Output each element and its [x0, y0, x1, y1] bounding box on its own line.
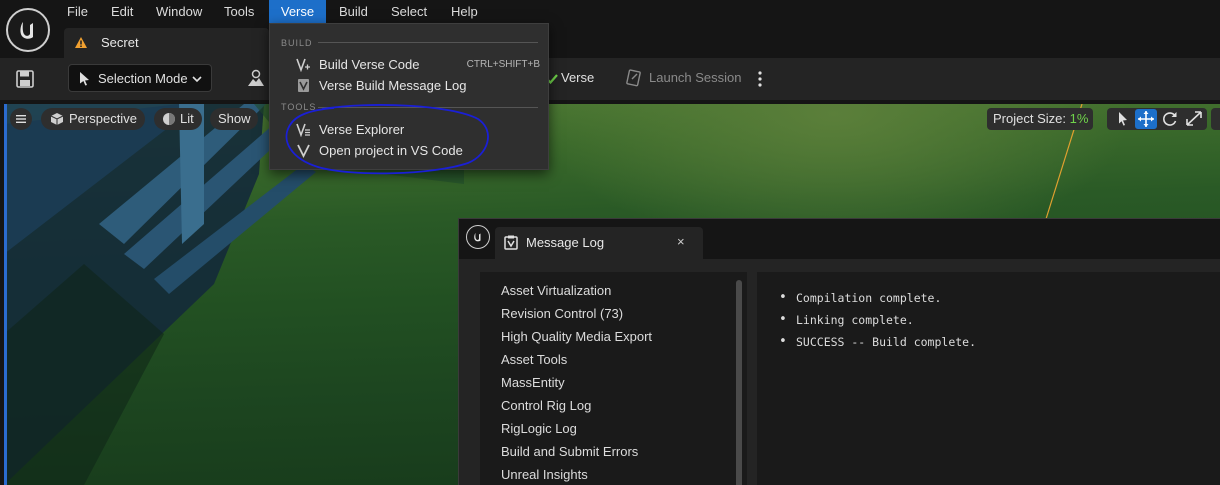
perspective-button[interactable]: Perspective — [41, 108, 145, 130]
menu-window[interactable]: Window — [152, 0, 206, 23]
show-button[interactable]: Show — [210, 108, 258, 130]
level-tab-label: Secret — [101, 35, 139, 50]
perspective-label: Perspective — [69, 111, 137, 126]
category-item[interactable]: Revision Control (73) — [501, 306, 623, 321]
menu-tools[interactable]: Tools — [220, 0, 258, 23]
build-verse-code-label: Build Verse Code — [319, 57, 420, 72]
project-size-indicator: Project Size: 1% — [987, 108, 1093, 130]
category-item[interactable]: RigLogic Log — [501, 421, 577, 436]
verse-explorer-item[interactable]: Verse Explorer — [270, 119, 548, 140]
separator — [318, 42, 538, 43]
launch-session-label: Launch Session — [649, 70, 742, 85]
bullet: • — [779, 312, 787, 327]
level-warning-icon — [75, 37, 87, 48]
menu-bar: File Edit Window Tools Verse Build Selec… — [0, 0, 1220, 23]
unreal-logo-icon — [20, 22, 33, 39]
hamburger-icon — [16, 115, 26, 123]
message-log-tab[interactable]: Message Log × — [495, 227, 703, 259]
verse-build-message-log-label: Verse Build Message Log — [319, 78, 467, 93]
message-log-header: Message Log × — [459, 219, 1220, 259]
bullet: • — [779, 290, 787, 305]
log-message-text: SUCCESS -- Build complete. — [796, 335, 977, 349]
close-icon[interactable]: × — [677, 234, 685, 249]
log-message-text: Linking complete. — [796, 313, 914, 327]
message-log-icon — [504, 235, 518, 250]
verse-dropdown-menu: BUILD Build Verse Code CTRL+SHIFT+B Vers… — [269, 23, 549, 170]
message-log-body: Asset Virtualization Revision Control (7… — [459, 259, 1220, 485]
move-tool-icon[interactable] — [1135, 109, 1157, 129]
open-vs-code-item[interactable]: Open project in VS Code — [270, 140, 548, 161]
category-item[interactable]: High Quality Media Export — [501, 329, 652, 344]
bullet: • — [779, 334, 787, 349]
lit-label: Lit — [180, 111, 194, 126]
menu-help[interactable]: Help — [447, 0, 482, 23]
more-options-icon[interactable] — [754, 68, 766, 90]
log-messages-panel: • Compilation complete. • Linking comple… — [757, 272, 1220, 485]
selection-mode-dropdown[interactable]: Selection Mode — [68, 64, 212, 92]
log-message-text: Compilation complete. — [796, 291, 942, 305]
category-item[interactable]: Build and Submit Errors — [501, 444, 638, 459]
verse-explorer-label: Verse Explorer — [319, 122, 405, 137]
document-tab-bar: Secret — [60, 28, 1220, 58]
build-verse-code-item[interactable]: Build Verse Code CTRL+SHIFT+B — [270, 54, 548, 75]
lit-button[interactable]: Lit — [154, 108, 202, 130]
category-item[interactable]: Asset Virtualization — [501, 283, 611, 298]
launch-session-icon — [626, 69, 641, 87]
main-toolbar: Selection Mode Verse Launch Session — [0, 58, 1220, 100]
category-item[interactable]: Asset Tools — [501, 352, 567, 367]
verse-explorer-icon — [296, 123, 310, 137]
menu-verse[interactable]: Verse — [269, 0, 326, 23]
save-icon[interactable] — [14, 68, 36, 90]
landscape-mode-icon[interactable] — [246, 68, 266, 88]
viewport-focus-edge — [4, 104, 7, 485]
project-size-value: 1% — [1069, 111, 1089, 126]
category-item[interactable]: MassEntity — [501, 375, 565, 390]
unreal-logo-icon — [474, 233, 481, 242]
verse-vscode-icon — [297, 144, 310, 158]
show-label: Show — [218, 111, 251, 126]
cursor-icon — [80, 72, 89, 86]
chevron-down-icon — [192, 76, 202, 83]
tools-section-header: TOOLS — [281, 102, 317, 112]
rotate-tool-icon[interactable] — [1159, 109, 1181, 129]
open-vs-code-label: Open project in VS Code — [319, 143, 463, 158]
lit-sphere-icon — [163, 113, 175, 125]
menu-select[interactable]: Select — [387, 0, 431, 23]
viewport-extra-tools[interactable] — [1211, 108, 1220, 130]
scale-tool-icon[interactable] — [1183, 109, 1205, 129]
separator — [318, 107, 538, 108]
viewport-options-button[interactable] — [10, 108, 32, 130]
message-log-icon — [298, 79, 309, 92]
build-section-header: BUILD — [281, 38, 313, 48]
category-item[interactable]: Unreal Insights — [501, 467, 588, 482]
unreal-logo[interactable] — [6, 8, 50, 52]
verse-toolbar-label: Verse — [561, 70, 595, 85]
build-verse-code-shortcut: CTRL+SHIFT+B — [466, 59, 540, 70]
selection-mode-label: Selection Mode — [98, 71, 188, 86]
menu-file[interactable]: File — [63, 0, 92, 23]
transform-tools — [1107, 108, 1207, 130]
cube-icon — [50, 113, 64, 125]
launch-session-button[interactable]: Launch Session — [626, 68, 746, 90]
message-log-window: Message Log × Asset Virtualization Revis… — [458, 218, 1220, 485]
category-item[interactable]: Control Rig Log — [501, 398, 591, 413]
message-log-unreal-logo — [466, 225, 490, 249]
category-scrollbar[interactable] — [736, 280, 742, 485]
verse-build-icon — [296, 58, 310, 72]
verse-build-message-log-item[interactable]: Verse Build Message Log — [270, 75, 548, 96]
message-log-tab-label: Message Log — [526, 235, 605, 250]
level-tab[interactable]: Secret — [64, 28, 269, 58]
log-category-list: Asset Virtualization Revision Control (7… — [480, 272, 747, 485]
menu-edit[interactable]: Edit — [107, 0, 137, 23]
menu-build[interactable]: Build — [335, 0, 372, 23]
select-tool-icon[interactable] — [1111, 109, 1133, 129]
project-size-label: Project Size: — [993, 111, 1066, 126]
